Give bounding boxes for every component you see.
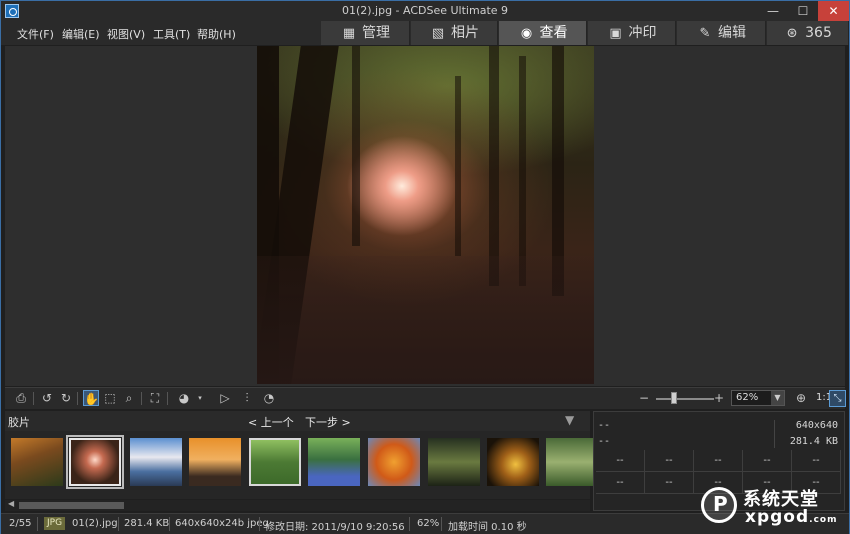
info-value: 281.4 KB <box>789 436 838 447</box>
site-watermark: 系统天堂 xpgod.com <box>701 481 849 533</box>
menu-view[interactable]: 视图(V) <box>107 26 145 42</box>
grid-icon: ▦ <box>342 26 356 41</box>
zoom-slider-thumb[interactable] <box>670 392 677 404</box>
tab-edit[interactable]: ✎ 编辑 <box>677 21 766 45</box>
tab-365[interactable]: ⊛ 365 <box>767 21 849 45</box>
zoom-in-icon[interactable]: + <box>713 390 725 406</box>
thumbnail[interactable] <box>428 438 480 486</box>
rotate-left-icon[interactable]: ↺ <box>39 390 55 406</box>
thumbnail[interactable] <box>189 438 241 486</box>
image-viewer[interactable] <box>5 46 845 386</box>
scroll-left-icon[interactable]: ◀ <box>8 499 14 508</box>
full-screen-icon[interactable]: ⛶ <box>147 390 163 406</box>
tab-view-label: 查看 <box>539 25 568 41</box>
thumbnail-selected[interactable] <box>66 435 124 489</box>
status-load-time: 加载时间 0.10 秒 <box>448 522 527 533</box>
info-row-dimensions: -- 640x640 <box>598 420 838 434</box>
watermark-text-en-main: xpgod <box>745 507 810 527</box>
info-cell: -- <box>694 450 743 472</box>
menu-tools[interactable]: 工具(T) <box>153 26 190 42</box>
watermark-logo-icon <box>701 487 737 523</box>
prev-image-button[interactable]: < 上一个 <box>248 414 294 430</box>
menu-file[interactable]: 文件(F) <box>17 26 54 42</box>
filmstrip-title: 胶片 <box>8 416 30 429</box>
minimize-button[interactable]: — <box>758 1 788 21</box>
zoom-select-value: 62% <box>736 392 759 403</box>
zoom-actual-icon[interactable]: ⊕ <box>793 390 809 406</box>
app-window: 01(2).jpg - ACDSee Ultimate 9 — ☐ ✕ 文件(F… <box>0 0 850 534</box>
dropdown-arrow-icon[interactable]: ▾ <box>195 390 205 406</box>
watermark-text-en: xpgod.com <box>745 507 837 527</box>
info-cell: -- <box>645 450 694 472</box>
thumbnail[interactable] <box>487 438 539 486</box>
fit-to-window-icon[interactable]: ⤡ <box>829 390 846 407</box>
status-modified-date: 修改日期: 2011/9/10 9:20:56 <box>265 522 405 533</box>
watermark-text-suffix: .com <box>809 515 838 525</box>
info-cell: -- <box>792 450 841 472</box>
tab-manage-label: 管理 <box>362 25 390 41</box>
thumbnail[interactable] <box>249 438 301 486</box>
chevron-down-icon[interactable]: ▼ <box>771 391 784 405</box>
adjust-sliders-icon[interactable]: ⫶ <box>239 390 255 406</box>
zoom-out-icon[interactable]: − <box>638 390 650 406</box>
filmstrip-header: 胶片 < 上一个 下一步 > ▼ <box>5 411 590 431</box>
zoom-tool-icon[interactable]: ⌕ <box>121 390 137 406</box>
filmstrip-scroll-thumb[interactable] <box>19 502 124 509</box>
close-button[interactable]: ✕ <box>818 1 849 21</box>
info-cell: -- <box>596 450 645 472</box>
tab-develop-label: 冲印 <box>628 25 657 41</box>
title-bar[interactable]: 01(2).jpg - ACDSee Ultimate 9 — ☐ ✕ <box>1 1 849 21</box>
menu-help[interactable]: 帮助(H) <box>197 26 236 42</box>
thumbnail[interactable] <box>11 438 63 486</box>
forest-sunburst-photo[interactable] <box>257 46 594 384</box>
next-image-button[interactable]: 下一步 > <box>305 414 351 430</box>
rotate-right-icon[interactable]: ↻ <box>58 390 74 406</box>
zoom-slider-track[interactable] <box>656 398 714 400</box>
tab-develop[interactable]: ▣ 冲印 <box>588 21 676 45</box>
cloud-365-icon: ⊛ <box>786 26 798 41</box>
info-cell: -- <box>743 450 792 472</box>
edit-tools-icon: ✎ <box>699 26 711 41</box>
info-value: -- <box>598 420 611 431</box>
tab-manage[interactable]: ▦ 管理 <box>321 21 410 45</box>
info-cell: -- <box>596 472 645 494</box>
menu-bar: 文件(F) 编辑(E) 视图(V) 工具(T) 帮助(H) ▦ 管理 ▧ 相片 ◉ 查… <box>1 21 849 45</box>
tab-photos-label: 相片 <box>451 25 479 41</box>
window-title: 01(2).jpg - ACDSee Ultimate 9 <box>341 4 509 17</box>
tab-edit-label: 编辑 <box>718 25 746 41</box>
filmstrip <box>5 431 598 499</box>
thumbnail[interactable] <box>368 438 420 486</box>
menu-edit[interactable]: 编辑(E) <box>62 26 100 42</box>
status-filesize: 281.4 KB <box>124 518 170 529</box>
hand-tool-icon[interactable]: ✋ <box>83 390 99 406</box>
tab-photos[interactable]: ▧ 相片 <box>411 21 498 45</box>
tab-view[interactable]: ◉ 查看 <box>499 21 587 45</box>
select-tool-icon[interactable]: ⬚ <box>102 390 118 406</box>
eye-icon: ◉ <box>520 26 533 41</box>
zoom-select[interactable]: 62% ▼ <box>731 390 785 406</box>
info-value: 640x640 <box>795 420 838 431</box>
photos-icon: ▧ <box>431 26 445 41</box>
collapse-filmstrip-icon[interactable]: ▼ <box>565 413 574 427</box>
thumbnail[interactable] <box>308 438 360 486</box>
status-filename: 01(2).jpg <box>72 518 118 529</box>
thumbnail[interactable] <box>130 438 182 486</box>
color-wheel-icon[interactable]: ◕ <box>176 390 192 406</box>
filmstrip-scrollbar[interactable]: ◀ <box>5 499 590 511</box>
tab-365-label: 365 <box>805 25 832 41</box>
format-badge: JPG <box>44 517 66 530</box>
info-value: -- <box>598 436 611 447</box>
viewer-toolbar: ⎙ ↺ ↻ ✋ ⬚ ⌕ ⛶ ◕ ▾ ▷ ⫶ ◔ − + 62% ▼ ⊕ 1:1 … <box>5 387 846 409</box>
timer-icon[interactable]: ◔ <box>261 390 277 406</box>
develop-icon: ▣ <box>609 26 622 41</box>
status-zoom: 62% <box>417 518 440 529</box>
status-position: 2/55 <box>9 518 32 529</box>
info-row-filesize: -- 281.4 KB <box>598 436 838 450</box>
play-slideshow-icon[interactable]: ▷ <box>217 390 233 406</box>
save-icon[interactable]: ⎙ <box>13 390 29 406</box>
status-dimensions: 640x640x24b jpeg <box>175 518 269 529</box>
info-cell: -- <box>645 472 694 494</box>
thumbnail[interactable] <box>546 438 598 486</box>
maximize-button[interactable]: ☐ <box>788 1 818 21</box>
